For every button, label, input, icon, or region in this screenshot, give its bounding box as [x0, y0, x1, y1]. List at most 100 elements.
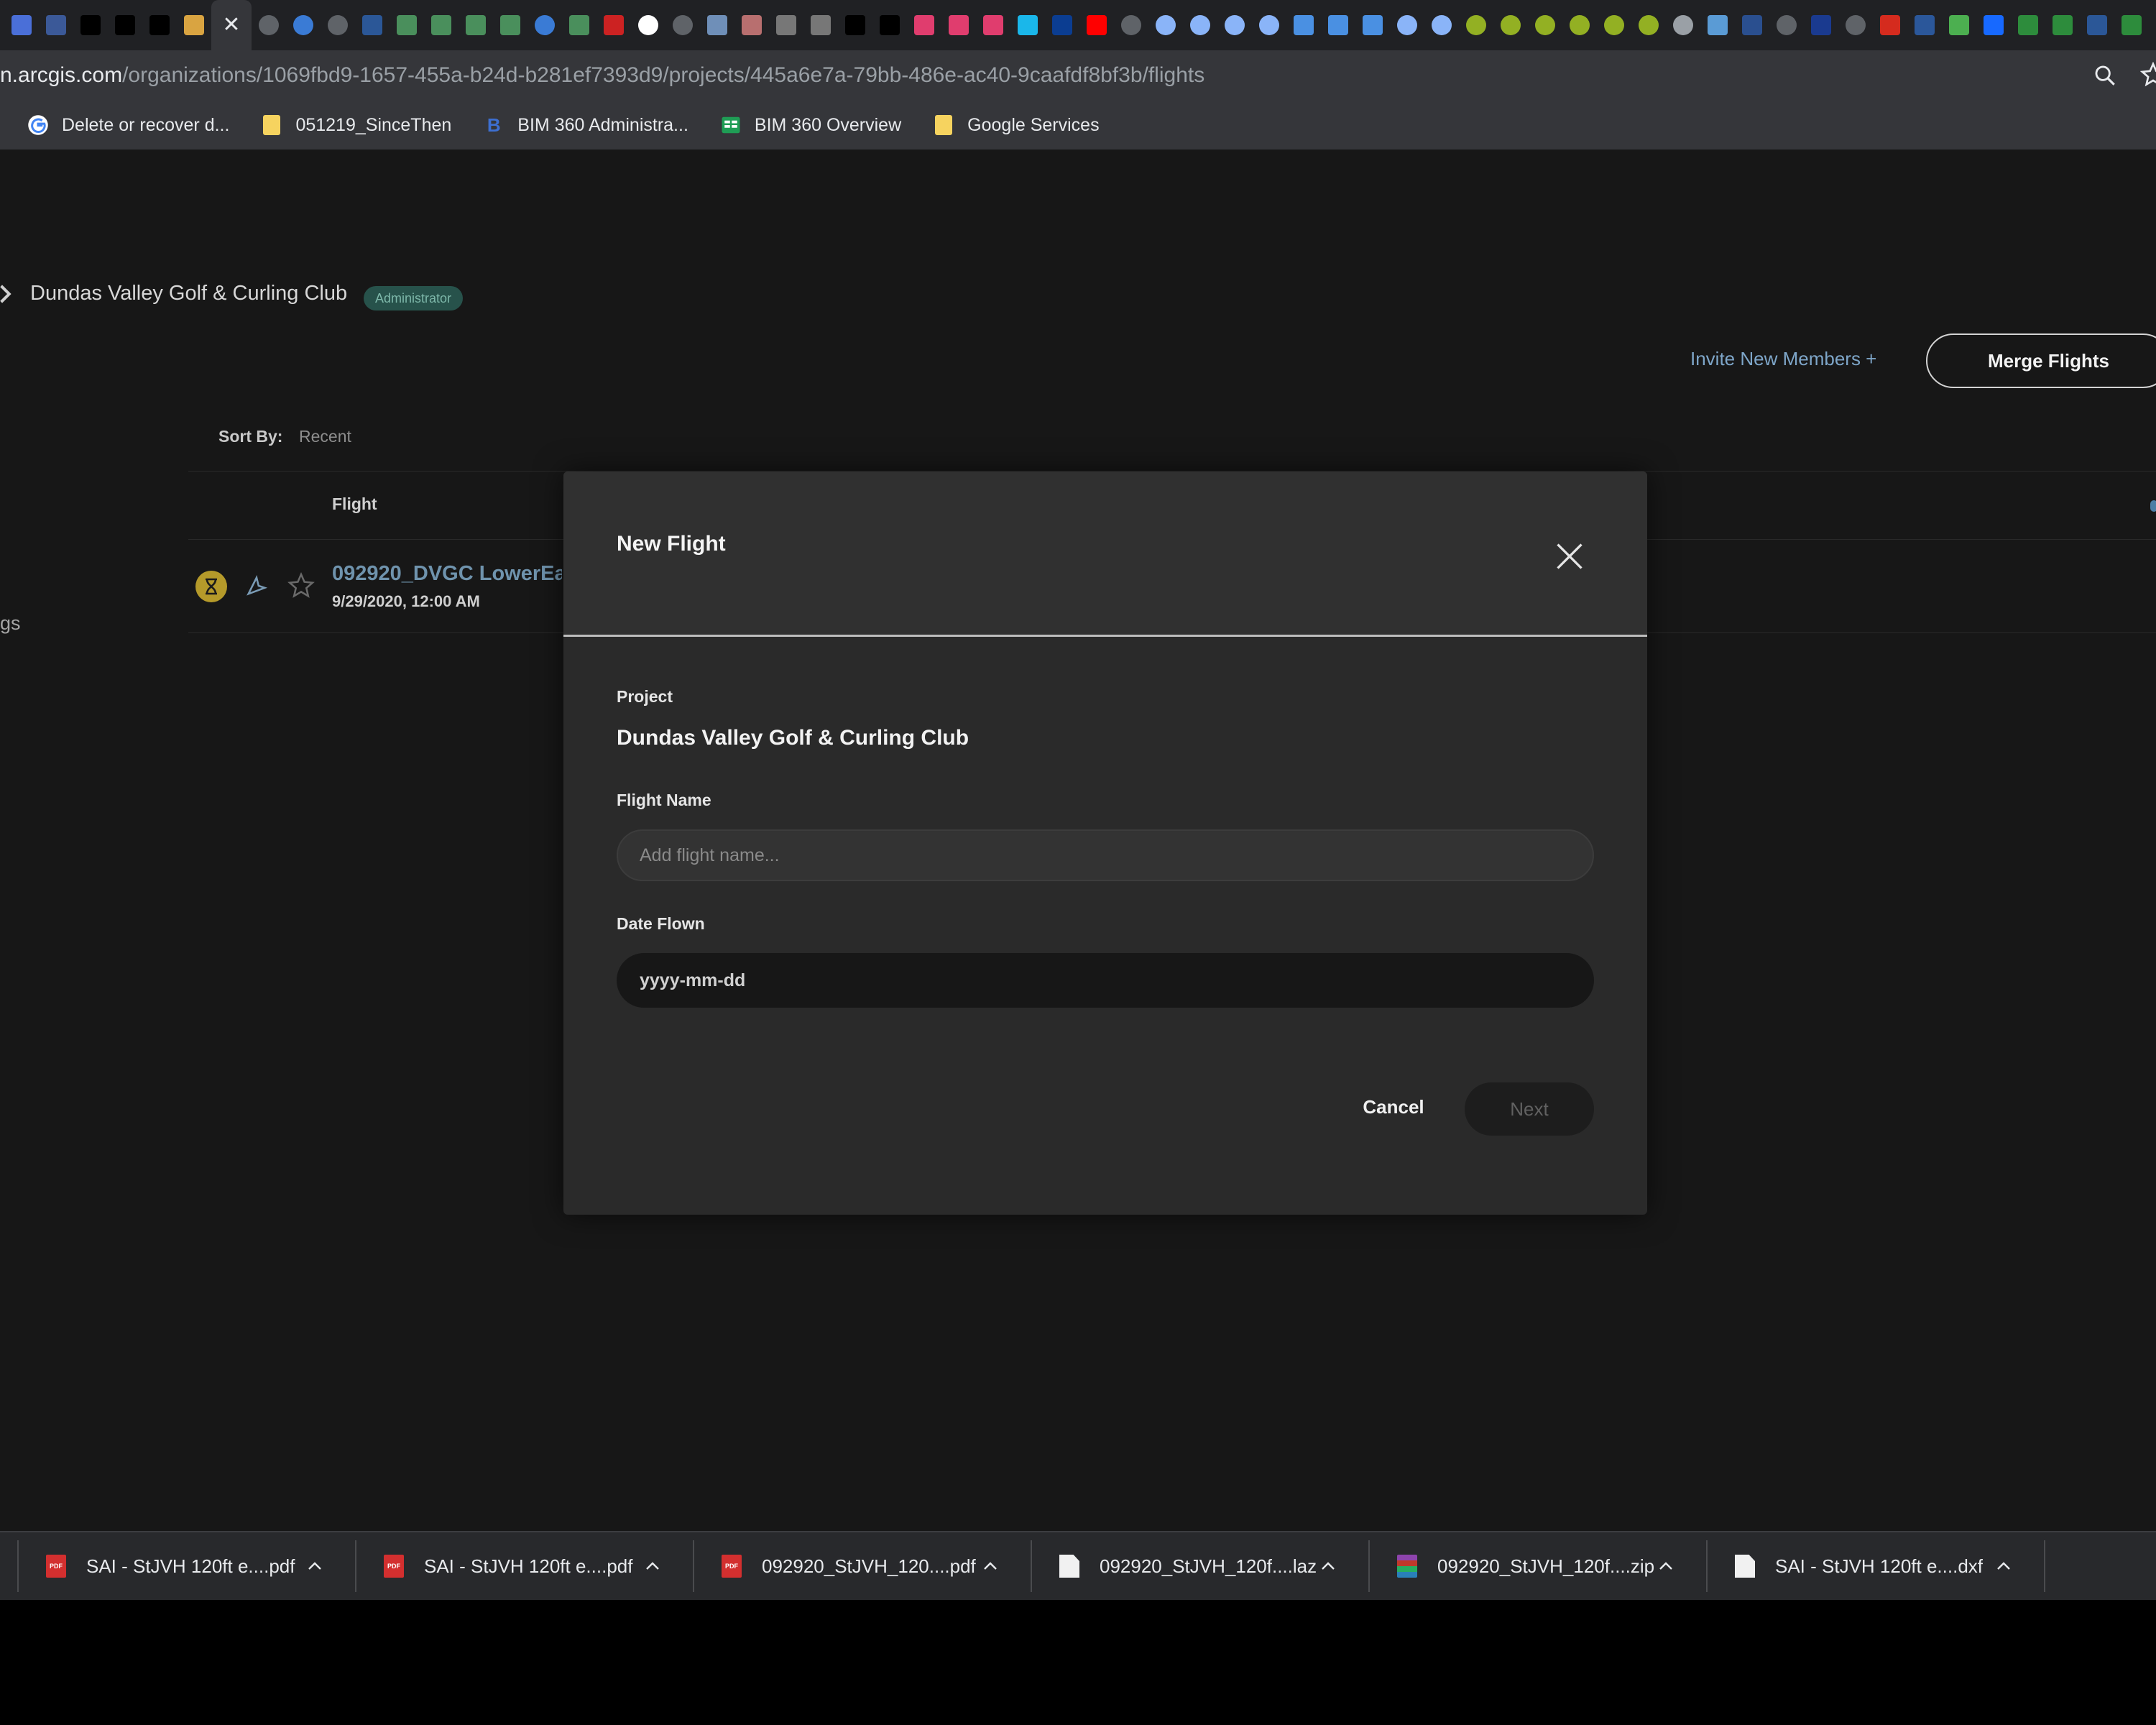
next-button[interactable]: Next — [1465, 1082, 1594, 1136]
tab-lib-icon[interactable] — [976, 0, 1010, 50]
tab-map-icon[interactable] — [390, 0, 424, 50]
chevron-up-icon[interactable] — [644, 1558, 661, 1575]
bookmark-item[interactable]: B BIM 360 Administra... — [483, 114, 688, 136]
tab-n-letter-icon[interactable] — [1735, 0, 1769, 50]
close-icon[interactable] — [1554, 540, 1585, 572]
tab-a-letter-icon[interactable] — [2149, 0, 2156, 50]
tab-globe-icon[interactable] — [665, 0, 700, 50]
tab-filter-icon[interactable] — [1424, 0, 1459, 50]
tab-b-letter-icon[interactable] — [355, 0, 390, 50]
tab-qgis-icon[interactable] — [1562, 0, 1597, 50]
tab-nasa-icon[interactable] — [1045, 0, 1079, 50]
tab-close-icon[interactable]: ✕ — [222, 14, 240, 36]
bookmarks-bar: Delete or recover d... 051219_SinceThen B B… — [0, 101, 2156, 150]
tab-facebook-icon[interactable] — [39, 0, 73, 50]
tab-lib-icon[interactable] — [941, 0, 976, 50]
tab-w-letter-icon[interactable] — [1907, 0, 1942, 50]
date-flown-input[interactable] — [617, 953, 1594, 1008]
tab-plane-icon[interactable] — [1804, 0, 1838, 50]
tab-qgis-icon[interactable] — [1528, 0, 1562, 50]
tab-pill-icon[interactable] — [142, 0, 177, 50]
tab-youtube-icon[interactable] — [1079, 0, 1114, 50]
tab-lib-icon[interactable] — [907, 0, 941, 50]
tab-browser-icon[interactable] — [734, 0, 769, 50]
tab-qgis-icon[interactable] — [1493, 0, 1528, 50]
tab-layers-icon[interactable] — [177, 0, 211, 50]
tab-b-letter-icon[interactable] — [2080, 0, 2114, 50]
new-flight-dialog: New Flight Project Dundas Valley Golf & … — [563, 472, 1647, 1215]
tab-chevrons-icon[interactable] — [1942, 0, 1976, 50]
tab-map-icon[interactable] — [1700, 0, 1735, 50]
flight-name-input[interactable] — [617, 829, 1594, 881]
diamond-icon — [845, 15, 865, 35]
url-text[interactable]: n.arcgis.com/organizations/1069fbd9-1657… — [0, 63, 1204, 88]
map-icon — [397, 15, 417, 35]
tab-pill-icon[interactable] — [73, 0, 108, 50]
tab-book-icon[interactable] — [1321, 0, 1355, 50]
tab-a-letter-icon[interactable] — [2011, 0, 2045, 50]
tab-filter-icon[interactable] — [1148, 0, 1183, 50]
tab-diamond-icon[interactable] — [872, 0, 907, 50]
tab-qgis-icon[interactable] — [1631, 0, 1666, 50]
chevron-up-icon[interactable] — [1319, 1558, 1337, 1575]
tab-qgis-icon[interactable] — [1459, 0, 1493, 50]
bookmark-star-icon[interactable] — [2140, 62, 2156, 88]
tab-a-letter-icon[interactable] — [2045, 0, 2080, 50]
map-icon — [1708, 15, 1728, 35]
tab-book-icon[interactable] — [1355, 0, 1390, 50]
tab-qgis-icon[interactable] — [1597, 0, 1631, 50]
tab-gear-icon[interactable] — [769, 0, 803, 50]
download-shelf: PDF SAI - StJVH 120ft e....pdf PDF SAI - St… — [0, 1531, 2156, 1600]
tab-maple-leaf-icon[interactable] — [1873, 0, 1907, 50]
chevron-up-icon[interactable] — [306, 1558, 323, 1575]
download-item[interactable]: 092920_StJVH_120f....zip — [1370, 1540, 1708, 1592]
tab-globe-icon[interactable] — [1838, 0, 1873, 50]
tab-map-icon[interactable] — [459, 0, 493, 50]
chevron-up-icon[interactable] — [1995, 1558, 2012, 1575]
download-item[interactable]: PDF SAI - StJVH 120ft e....pdf — [356, 1540, 694, 1592]
tab-book-icon[interactable] — [1286, 0, 1321, 50]
tab-pill-icon[interactable] — [108, 0, 142, 50]
tab-gear-icon[interactable] — [803, 0, 838, 50]
bookmark-item[interactable]: BIM 360 Overview — [720, 114, 901, 136]
tab-s-letter-icon[interactable] — [4, 0, 39, 50]
tab-active[interactable]: ✕ — [211, 0, 252, 50]
download-item[interactable]: PDF 092920_StJVH_120....pdf — [694, 1540, 1032, 1592]
filter-icon — [1397, 15, 1417, 35]
tab-globe-icon[interactable] — [321, 0, 355, 50]
cancel-button[interactable]: Cancel — [1345, 1085, 1442, 1128]
chevron-up-icon[interactable] — [1657, 1558, 1674, 1575]
tab-browser-icon[interactable] — [700, 0, 734, 50]
tab-filter-icon[interactable] — [1183, 0, 1217, 50]
download-item[interactable]: PDF SAI - StJVH 120ft e....pdf — [19, 1540, 356, 1592]
tab-globe-icon[interactable] — [252, 0, 286, 50]
tab-globe-icon[interactable] — [1769, 0, 1804, 50]
tab-earth-icon[interactable] — [528, 0, 562, 50]
file-icon — [1059, 1555, 1079, 1578]
globe-icon — [1673, 15, 1693, 35]
tab-n-letter-icon[interactable] — [596, 0, 631, 50]
download-item[interactable]: 092920_StJVH_120f....laz — [1032, 1540, 1370, 1592]
chevron-up-icon[interactable] — [982, 1558, 999, 1575]
tab-v-letter-icon[interactable] — [1010, 0, 1045, 50]
tab-map-icon[interactable] — [562, 0, 596, 50]
download-item[interactable]: SAI - StJVH 120ft e....dxf — [1708, 1540, 2045, 1592]
bookmark-item[interactable]: Google Services — [933, 114, 1100, 136]
tab-map-icon[interactable] — [424, 0, 459, 50]
tab-filter-icon[interactable] — [1390, 0, 1424, 50]
folder-shape — [263, 115, 281, 135]
bookmark-item[interactable]: 051219_SinceThen — [261, 114, 451, 136]
bookmark-item[interactable]: Delete or recover d... — [27, 114, 229, 136]
tab-globe-icon[interactable] — [1114, 0, 1148, 50]
tab-diamond-icon[interactable] — [838, 0, 872, 50]
tab-filter-icon[interactable] — [1217, 0, 1252, 50]
tab-google-icon[interactable] — [631, 0, 665, 50]
tab-a-letter-icon[interactable] — [2114, 0, 2149, 50]
tab-behance-icon[interactable] — [1976, 0, 2011, 50]
tab-filter-icon[interactable] — [1252, 0, 1286, 50]
tab-earth-icon[interactable] — [286, 0, 321, 50]
tab-map-icon[interactable] — [493, 0, 528, 50]
address-bar[interactable]: n.arcgis.com/organizations/1069fbd9-1657… — [0, 50, 2156, 101]
tab-globe-icon[interactable] — [1666, 0, 1700, 50]
zoom-icon[interactable] — [2093, 63, 2117, 88]
